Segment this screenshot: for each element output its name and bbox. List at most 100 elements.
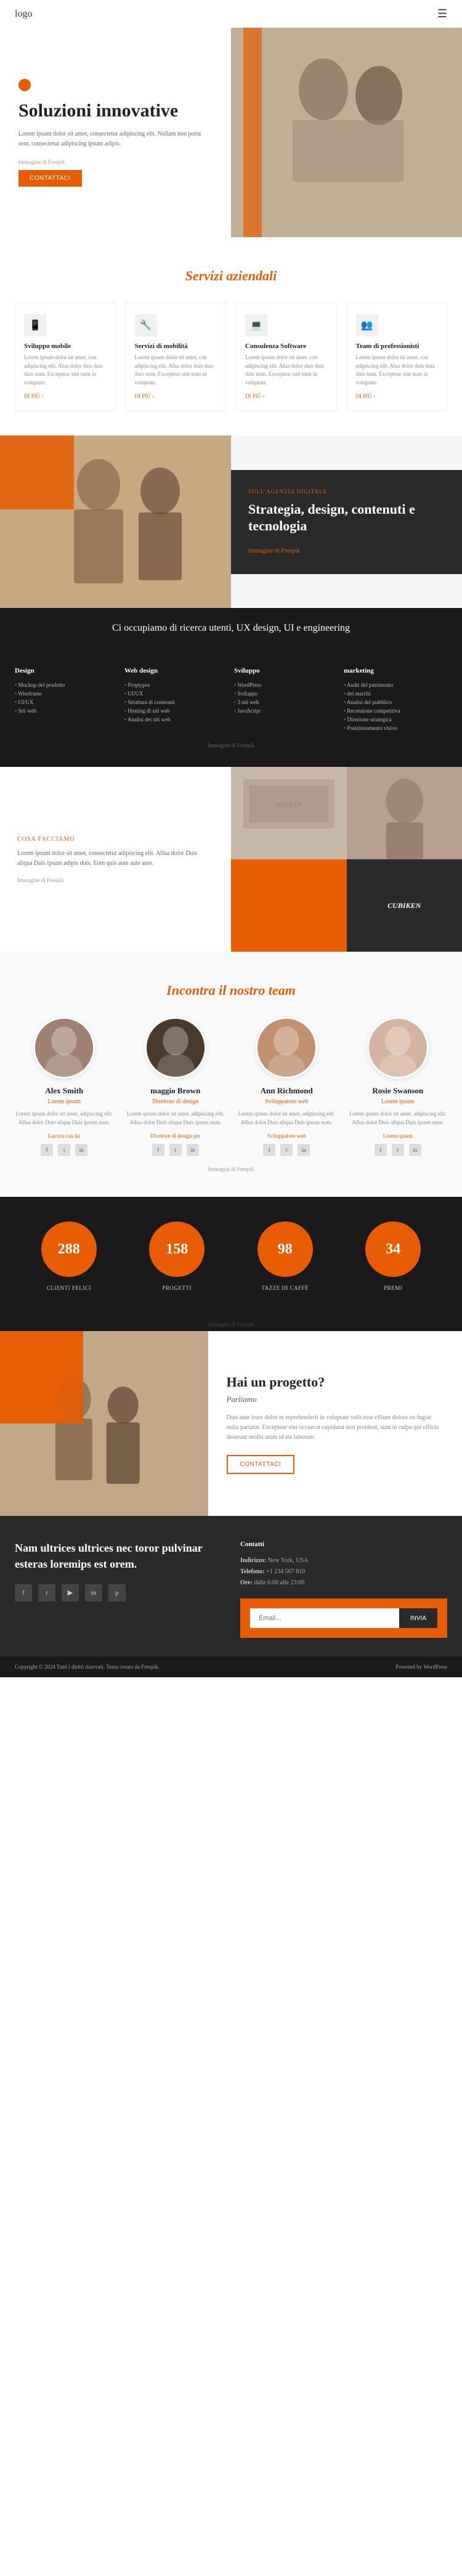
- service-desc: Lorem ipsum dolor sit amet, con adipisci…: [356, 354, 439, 387]
- team-member-card: Ann Richmond Sviluppatore web Lorem ipsu…: [237, 1017, 336, 1156]
- team-member-link[interactable]: Sviluppatore web: [237, 1133, 336, 1139]
- agency-photo: [0, 435, 231, 608]
- what-we-do-section: COSA FACCIAMO Lorem ipsum dolor sit amet…: [0, 767, 462, 952]
- agency-link[interactable]: Immagine di Freepik: [248, 548, 300, 554]
- stat-circle: 34: [365, 1221, 421, 1277]
- footer-social-icon[interactable]: ▶: [62, 1584, 79, 1602]
- expertise-item: Direzione strategica: [344, 715, 447, 724]
- hero-photo: [231, 28, 462, 237]
- team-member-link[interactable]: Direttore di design per: [126, 1133, 225, 1139]
- social-link[interactable]: f: [41, 1144, 53, 1156]
- team-member-desc: Lorem ipsum dolor sit amet, adipiscing e…: [15, 1110, 114, 1127]
- newsletter-submit-button[interactable]: INVIA: [399, 1608, 437, 1628]
- expertise-column: marketing Audit del patrimoniodei marchiA…: [344, 667, 447, 732]
- newsletter-block: INVIA: [240, 1598, 447, 1638]
- team-member-name: Alex Smith: [15, 1086, 114, 1096]
- footer-tagline-block: Nam ultrices ultrices nec toror pulvinar…: [15, 1541, 222, 1638]
- newsletter-email-input[interactable]: [250, 1608, 399, 1628]
- services-section: Servizi aziendali 📱 Sviluppo mobile Lore…: [0, 237, 462, 435]
- expertise-item: Posizionamento visivo: [344, 724, 447, 732]
- expertise-item: Struttura di contenuti: [124, 698, 228, 707]
- expertise-item: Proptypes: [124, 681, 228, 689]
- team-member-link[interactable]: Lavora con lui: [15, 1133, 114, 1139]
- dark-band: Ci occupiamo di ricerca utenti, UX desig…: [0, 608, 462, 649]
- hamburger-icon[interactable]: ☰: [437, 7, 447, 20]
- hero-section: Soluzioni innovative Lorem ipsum dolor s…: [0, 28, 462, 237]
- service-link[interactable]: DI PIÙ ›: [245, 393, 328, 399]
- footer-social-icon[interactable]: in: [85, 1584, 102, 1602]
- agency-label: SULL'AGENZIA DIGITALE: [248, 488, 445, 495]
- service-desc: Lorem ipsum dolor sit amet, con adipisci…: [135, 354, 217, 387]
- wwd-brand-name: CUBIKEN: [381, 895, 427, 917]
- stat-label: PREMI: [384, 1285, 402, 1291]
- hero-image: [231, 28, 462, 237]
- social-link[interactable]: f: [152, 1144, 164, 1156]
- footer-copyright: Copyright © 2024 Tutti i diritti riserva…: [15, 1664, 160, 1670]
- expertise-heading: Sviluppo: [234, 667, 338, 674]
- social-link[interactable]: in: [298, 1144, 310, 1156]
- stat-number: 288: [58, 1242, 80, 1257]
- service-name: Team di professionisti: [356, 342, 439, 350]
- expertise-list: Mockup del prodottoWireframeUI/UXSiti we…: [15, 681, 118, 715]
- expertise-item: Analisi del pubblico: [344, 698, 447, 707]
- social-link[interactable]: f: [375, 1144, 387, 1156]
- service-icon: 🔧: [135, 314, 157, 336]
- wwd-content: COSA FACCIAMO Lorem ipsum dolor sit amet…: [0, 767, 231, 952]
- cta-content: Hai un progetto? Parliamo Duis aute irur…: [208, 1331, 462, 1516]
- service-link[interactable]: DI PIÙ ›: [356, 393, 439, 399]
- logo[interactable]: logo: [15, 9, 32, 20]
- expertise-item: Sviluppo: [234, 689, 338, 698]
- footer-social-icon[interactable]: f: [15, 1584, 32, 1602]
- footer-social-icon[interactable]: p: [108, 1584, 126, 1602]
- team-member-role: Lorem ipsum: [15, 1098, 114, 1105]
- expertise-item: Audit del patrimonio: [344, 681, 447, 689]
- expertise-credit: Immagine di Freepik: [15, 742, 447, 748]
- social-link[interactable]: t: [392, 1144, 404, 1156]
- service-link[interactable]: DI PIÙ ›: [135, 393, 217, 399]
- team-socials: ftin: [237, 1144, 336, 1156]
- hero-cta-button[interactable]: CONTATTACI: [18, 170, 82, 187]
- expertise-item: Recensione competitiva: [344, 707, 447, 715]
- team-socials: ftin: [126, 1144, 225, 1156]
- footer-socials: ft ▶ inp: [15, 1584, 222, 1602]
- expertise-item: Hosting di siti web: [124, 707, 228, 715]
- expertise-column: SviluppoWordPressSviluppo3 siti webJavaS…: [234, 667, 338, 732]
- wwd-label: COSA FACCIAMO: [17, 836, 214, 843]
- stat-number: 98: [278, 1242, 293, 1257]
- expertise-column: DesignMockup del prodottoWireframeUI/UXS…: [15, 667, 118, 732]
- stat-item: 34 PREMI: [365, 1221, 421, 1293]
- team-member-name: Rosie Swanson: [349, 1086, 448, 1096]
- social-link[interactable]: in: [187, 1144, 199, 1156]
- team-socials: ftin: [349, 1144, 448, 1156]
- services-title: Servizi aziendali: [15, 268, 447, 284]
- social-link[interactable]: in: [409, 1144, 421, 1156]
- hero-text: Lorem ipsum dolor sit amet, consectetur …: [18, 129, 213, 149]
- agency-dark-box: SULL'AGENZIA DIGITALE Strategia, design,…: [231, 470, 462, 574]
- team-member-link[interactable]: Lorem ipsum: [349, 1133, 448, 1139]
- service-link[interactable]: DI PIÙ ›: [24, 393, 107, 399]
- team-member-desc: Lorem ipsum dolor sit amet, adipiscing e…: [349, 1110, 448, 1127]
- social-link[interactable]: f: [263, 1144, 275, 1156]
- footer-social-icon[interactable]: t: [38, 1584, 55, 1602]
- social-link[interactable]: t: [280, 1144, 293, 1156]
- stat-circle: 98: [257, 1221, 313, 1277]
- service-card: 💻 Consulenza Software Lorem ipsum dolor …: [236, 302, 337, 411]
- social-link[interactable]: t: [169, 1144, 182, 1156]
- cta-text: Duis aute irure dolor in reprehenderit i…: [227, 1413, 444, 1443]
- team-member-name: Ann Richmond: [237, 1086, 336, 1096]
- services-grid: 📱 Sviluppo mobile Lorem ipsum dolor sit …: [15, 302, 447, 411]
- hours-value: dalle 6:00 alle 23:00: [254, 1579, 304, 1586]
- team-avatar: [367, 1017, 429, 1079]
- social-link[interactable]: t: [58, 1144, 70, 1156]
- expertise-item: dei marchi: [344, 689, 447, 698]
- social-link[interactable]: in: [75, 1144, 87, 1156]
- wwd-orange-box: [231, 859, 347, 952]
- cta-button[interactable]: CONTATTACI: [227, 1455, 295, 1474]
- agency-section: SULL'AGENZIA DIGITALE Strategia, design,…: [0, 435, 462, 608]
- stats-section: 288 CLIENTI FELICI 158 PROGETTI 98 TAZZE…: [0, 1197, 462, 1318]
- service-card: 📱 Sviluppo mobile Lorem ipsum dolor sit …: [15, 302, 116, 411]
- expertise-heading: marketing: [344, 667, 447, 674]
- team-member-desc: Lorem ipsum dolor sit amet, adipiscing e…: [237, 1110, 336, 1127]
- team-avatar: [256, 1017, 317, 1079]
- footer-contact: Contatti Indirizzo: New York, USA Telefo…: [240, 1541, 447, 1638]
